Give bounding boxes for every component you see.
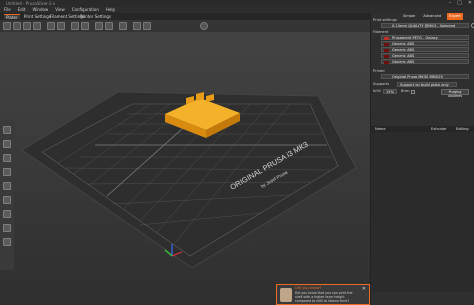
cut-icon[interactable] — [3, 182, 11, 190]
mode-expert[interactable]: Expert — [447, 13, 463, 20]
delete-icon[interactable] — [13, 22, 21, 30]
sidebar: Simple Advanced Expert Print settings 0.… — [370, 13, 474, 305]
add-instance-icon[interactable] — [71, 22, 79, 30]
print-profile-combo[interactable]: 0.15mm QUALITY @MK3 - Selected — [381, 23, 474, 28]
filament-swatch — [384, 42, 389, 46]
supports-combo[interactable]: Support on build plate only — [397, 82, 457, 87]
filament-name: Prusament PETG - Galaxy — [392, 36, 438, 40]
hollow-icon[interactable] — [3, 196, 11, 204]
filament-label: Filament — [373, 30, 389, 34]
object-list[interactable] — [371, 132, 474, 292]
infill-label: Infill — [373, 89, 381, 93]
printer-combo[interactable]: Original Prusa MK3S MMU2S — [381, 74, 469, 79]
layers-icon[interactable] — [119, 22, 127, 30]
window-controls: – □ ✕ — [449, 0, 472, 7]
add-icon[interactable] — [3, 22, 11, 30]
window-titlebar: Untitled - PrusaSlicer-2.x – □ ✕ — [0, 0, 474, 7]
paste-icon[interactable] — [57, 22, 65, 30]
mode-switch: Simple Advanced Expert — [401, 13, 463, 20]
hint-avatar-icon — [280, 288, 292, 302]
filament-swatch — [384, 48, 389, 52]
tab-printer-settings[interactable]: Printer Settings — [78, 14, 113, 19]
minimize-icon[interactable]: – — [449, 0, 452, 7]
seam-paint-icon[interactable] — [3, 224, 11, 232]
filament-swatch — [384, 36, 389, 40]
print-settings-label: Print settings — [373, 18, 397, 22]
brim-label: Brim — [401, 89, 410, 93]
redo-icon[interactable] — [143, 22, 151, 30]
search-icon[interactable] — [200, 22, 208, 30]
filament-name: Generic ABS — [392, 42, 415, 46]
supports-value: Support on build plate only — [400, 83, 449, 87]
split-parts-icon[interactable] — [105, 22, 113, 30]
split-objects-icon[interactable] — [95, 22, 103, 30]
close-notification-icon[interactable]: ✕ — [362, 286, 366, 292]
remove-instance-icon[interactable] — [81, 22, 89, 30]
copy-icon[interactable] — [47, 22, 55, 30]
printer-label: Printer — [373, 69, 385, 73]
filament-swatch — [384, 54, 389, 58]
place-on-face-icon[interactable] — [3, 168, 11, 176]
filament-swatch — [384, 60, 389, 64]
support-paint-icon[interactable] — [3, 210, 11, 218]
tab-plater[interactable]: Plater — [4, 14, 20, 20]
mode-simple[interactable]: Simple — [401, 13, 417, 20]
brim-checkbox[interactable] — [411, 90, 415, 94]
scale-icon[interactable] — [3, 140, 11, 148]
filament-name: Generic ABS — [392, 48, 415, 52]
rotate-icon[interactable] — [3, 154, 11, 162]
arrange-icon[interactable] — [33, 22, 41, 30]
delete-all-icon[interactable] — [23, 22, 31, 30]
window-title: Untitled - PrusaSlicer-2.x — [6, 1, 56, 6]
hint-text: Did you know that you can print the shel… — [295, 291, 353, 303]
print-bed-scene[interactable]: ORIGINAL PRUSA i3 MK3 by Josef Prusa — [0, 32, 370, 305]
close-window-icon[interactable]: ✕ — [468, 0, 472, 7]
purging-volumes-button[interactable]: Purging volumes — [441, 89, 469, 98]
filament-name: Generic ABS — [392, 54, 415, 58]
print-profile-value: 0.15mm QUALITY @MK3 - Selected — [392, 24, 456, 28]
hint-notification: Did you know? Did you know that you can … — [276, 284, 370, 305]
filament-combo-2[interactable]: Generic ABS — [381, 41, 469, 46]
3d-viewport[interactable]: ORIGINAL PRUSA i3 MK3 by Josef Prusa — [0, 32, 370, 305]
mmu-paint-icon[interactable] — [3, 238, 11, 246]
supports-label: Supports — [373, 82, 390, 86]
printer-value: Original Prusa MK3S MMU2S — [392, 75, 443, 79]
filament-name: Generic ABS — [392, 60, 415, 64]
infill-value: 15% — [386, 90, 394, 94]
move-icon[interactable] — [3, 126, 11, 134]
filament-combo-5[interactable]: Generic ABS — [381, 59, 469, 64]
filament-combo-4[interactable]: Generic ABS — [381, 53, 469, 58]
filament-combo-1[interactable]: Prusament PETG - Galaxy — [381, 35, 469, 40]
gizmo-toolbar — [0, 120, 14, 270]
undo-icon[interactable] — [133, 22, 141, 30]
plater-toolbar — [0, 20, 370, 32]
mode-advanced[interactable]: Advanced — [421, 13, 443, 20]
filament-combo-3[interactable]: Generic ABS — [381, 47, 469, 52]
maximize-icon[interactable]: □ — [457, 0, 462, 7]
infill-combo[interactable]: 15% — [383, 89, 397, 94]
hint-title: Did you know? — [295, 286, 322, 290]
